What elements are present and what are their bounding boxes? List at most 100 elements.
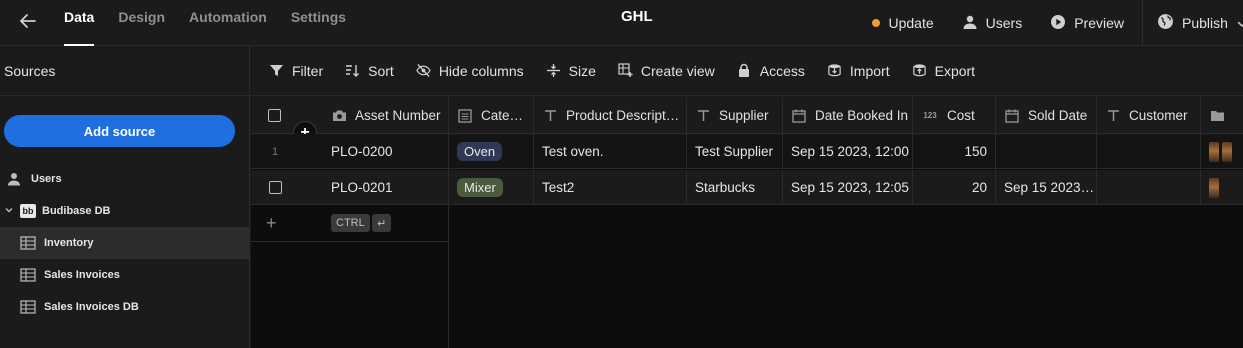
sold-date-cell[interactable] bbox=[996, 134, 1097, 169]
number-icon: 123 bbox=[923, 111, 937, 120]
cost-cell[interactable]: 20 bbox=[913, 170, 996, 205]
sold-date-cell[interactable]: Sep 15 2023… bbox=[996, 170, 1097, 205]
sidebar-item-sales-invoices-db[interactable]: Sales Invoices DB bbox=[0, 291, 249, 323]
column-header-category[interactable]: Cate… bbox=[449, 97, 534, 134]
filter-button[interactable]: Filter bbox=[269, 63, 323, 79]
add-row-icon[interactable]: + bbox=[266, 213, 277, 234]
tab-design[interactable]: Design bbox=[118, 0, 165, 46]
column-header-date-booked-in[interactable]: Date Booked In bbox=[783, 97, 913, 134]
builder-tabs: Data Design Automation Settings bbox=[64, 0, 346, 46]
top-bar: Data Design Automation Settings GHL Upda… bbox=[0, 0, 1243, 46]
preview-button[interactable]: Preview bbox=[1050, 6, 1124, 40]
grid-toolbar: Filter Sort Hide columns Size Create vie… bbox=[251, 46, 1243, 96]
add-source-button[interactable]: Add source bbox=[4, 115, 235, 147]
update-label: Update bbox=[888, 15, 934, 31]
column-label: Date Booked In bbox=[815, 108, 909, 123]
column-header-sold-date[interactable]: Sold Date bbox=[996, 97, 1097, 134]
category-pill: Mixer bbox=[457, 178, 503, 197]
column-label: Sold Date bbox=[1028, 108, 1088, 123]
sidebar-item-label: Inventory bbox=[44, 237, 94, 249]
supplier-cell[interactable]: Starbucks bbox=[687, 170, 783, 205]
divider bbox=[251, 241, 448, 242]
data-grid: Asset Number Cate… Product Descript… Sup… bbox=[251, 97, 1243, 348]
tab-settings[interactable]: Settings bbox=[291, 0, 346, 46]
column-label: Asset Number bbox=[355, 108, 441, 123]
category-cell[interactable]: Mixer bbox=[449, 170, 534, 205]
table-icon bbox=[20, 299, 36, 315]
new-row[interactable]: + CTRL ↵ bbox=[251, 205, 1243, 241]
divider bbox=[1142, 0, 1143, 46]
sort-label: Sort bbox=[368, 62, 394, 79]
row-select-cell[interactable] bbox=[251, 170, 299, 205]
access-button[interactable]: Access bbox=[737, 63, 805, 79]
column-header-cost[interactable]: 123 Cost bbox=[913, 97, 996, 134]
tab-automation[interactable]: Automation bbox=[189, 0, 267, 46]
table-icon bbox=[20, 267, 36, 283]
sort-icon bbox=[345, 63, 360, 78]
update-button[interactable]: Update bbox=[872, 6, 934, 40]
customer-cell[interactable] bbox=[1097, 170, 1201, 205]
date-booked-in-cell[interactable]: Sep 15 2023, 12:00 bbox=[783, 134, 913, 169]
size-button[interactable]: Size bbox=[546, 63, 596, 79]
globe-icon bbox=[1157, 13, 1174, 33]
eye-off-icon bbox=[416, 63, 431, 78]
attachment-thumbnail bbox=[1209, 177, 1219, 198]
back-arrow-icon[interactable] bbox=[16, 9, 40, 33]
camera-icon bbox=[331, 108, 347, 124]
asset-number-cell[interactable]: PLO-0200 bbox=[323, 134, 449, 169]
text-icon bbox=[1105, 108, 1121, 124]
row-checkbox[interactable] bbox=[268, 181, 282, 194]
text-icon bbox=[542, 108, 558, 124]
folder-icon bbox=[1209, 108, 1225, 124]
product-description-cell[interactable]: Test2 bbox=[534, 170, 687, 205]
update-status-dot bbox=[872, 19, 881, 27]
column-header-asset-number[interactable]: Asset Number bbox=[323, 97, 449, 134]
publish-button[interactable]: Publish bbox=[1157, 6, 1243, 40]
product-description-cell[interactable]: Test oven. bbox=[534, 134, 687, 169]
column-header-attachments[interactable] bbox=[1201, 97, 1243, 134]
import-icon bbox=[827, 63, 842, 78]
table-row[interactable]: 1 PLO-0200 Oven Test oven. Test Supplier… bbox=[251, 134, 1243, 169]
create-view-button[interactable]: Create view bbox=[618, 63, 715, 79]
chevron-down-icon[interactable] bbox=[4, 205, 14, 218]
asset-number-cell[interactable]: PLO-0201 bbox=[323, 170, 449, 205]
export-button[interactable]: Export bbox=[912, 63, 975, 79]
grid-header: Asset Number Cate… Product Descript… Sup… bbox=[251, 97, 1243, 134]
options-icon bbox=[457, 108, 473, 124]
hide-columns-label: Hide columns bbox=[438, 62, 524, 79]
category-pill: Oven bbox=[457, 142, 503, 161]
cost-cell[interactable]: 150 bbox=[913, 134, 996, 169]
divider bbox=[0, 95, 250, 96]
attachment-cell[interactable] bbox=[1201, 170, 1243, 205]
row-height-icon bbox=[546, 63, 561, 78]
publish-label: Publish bbox=[1182, 15, 1228, 31]
chevron-down-icon[interactable] bbox=[1236, 17, 1243, 29]
column-label: Cost bbox=[947, 108, 975, 123]
column-label: Product Descript… bbox=[566, 108, 680, 123]
filter-label: Filter bbox=[292, 62, 324, 79]
attachment-cell[interactable] bbox=[1201, 134, 1243, 169]
tab-data[interactable]: Data bbox=[64, 0, 95, 46]
sidebar-item-sales-invoices[interactable]: Sales Invoices bbox=[0, 259, 249, 291]
column-header-product-description[interactable]: Product Descript… bbox=[534, 97, 687, 134]
select-all-checkbox[interactable] bbox=[268, 109, 281, 122]
sort-button[interactable]: Sort bbox=[345, 63, 394, 79]
category-cell[interactable]: Oven bbox=[449, 134, 534, 169]
supplier-cell[interactable]: Test Supplier bbox=[687, 134, 783, 169]
import-button[interactable]: Import bbox=[827, 63, 890, 79]
users-icon bbox=[962, 14, 978, 33]
table-row[interactable]: PLO-0201 Mixer Test2 Starbucks Sep 15 20… bbox=[251, 170, 1243, 205]
sidebar-item-label: Budibase DB bbox=[42, 205, 111, 217]
hide-columns-button[interactable]: Hide columns bbox=[416, 63, 524, 79]
date-booked-in-cell[interactable]: Sep 15 2023, 12:05 bbox=[783, 170, 913, 205]
sources-sidebar: Sources Add source Users bb Budibase DB … bbox=[0, 46, 250, 348]
column-header-supplier[interactable]: Supplier bbox=[687, 97, 783, 134]
create-view-label: Create view bbox=[640, 62, 715, 79]
sidebar-item-users[interactable]: Users bbox=[0, 163, 249, 195]
sidebar-item-budibase-db[interactable]: bb Budibase DB bbox=[0, 195, 249, 227]
sidebar-item-inventory[interactable]: Inventory bbox=[0, 227, 249, 259]
column-header-customer[interactable]: Customer bbox=[1097, 97, 1201, 134]
export-label: Export bbox=[934, 62, 976, 79]
users-button[interactable]: Users bbox=[962, 6, 1022, 40]
customer-cell[interactable] bbox=[1097, 134, 1201, 169]
